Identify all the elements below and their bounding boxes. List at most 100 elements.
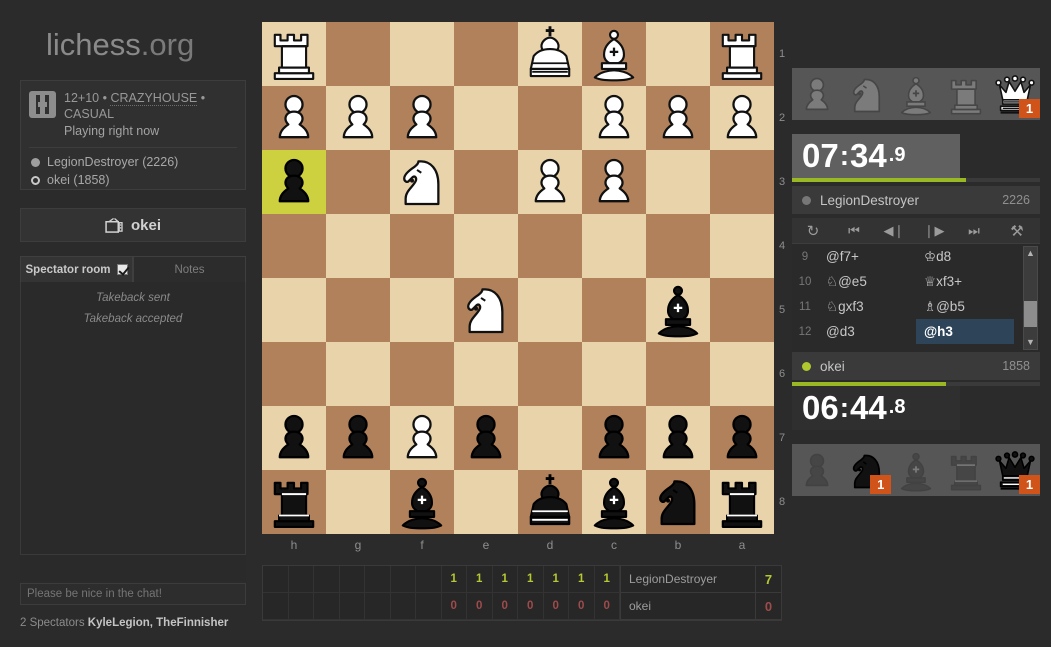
black-player-tag[interactable]: okei 1858 — [792, 352, 1040, 380]
white-pawn-piece[interactable] — [582, 86, 646, 150]
white-pawn-piece[interactable] — [390, 406, 454, 470]
crosstable-player-name[interactable]: LegionDestroyer — [621, 572, 755, 586]
first-move-icon[interactable]: ⏮ — [834, 218, 874, 244]
board-square-a5[interactable] — [710, 278, 774, 342]
black-bishop-piece[interactable] — [390, 470, 454, 534]
board-square-h5[interactable] — [262, 278, 326, 342]
board-square-h4[interactable] — [262, 214, 326, 278]
scroll-up-arrow-icon[interactable]: ▲ — [1024, 247, 1037, 260]
white-pawn-piece[interactable] — [390, 86, 454, 150]
move-white[interactable]: @d3 — [818, 319, 916, 344]
board-square-g3[interactable] — [326, 150, 390, 214]
black-pawn-piece[interactable] — [326, 406, 390, 470]
board-square-e4[interactable] — [454, 214, 518, 278]
next-move-icon[interactable]: ❘▶ — [914, 218, 954, 244]
crosstable-result-cell[interactable]: 0 — [467, 593, 493, 620]
white-king-piece[interactable] — [518, 22, 582, 86]
board-square-b4[interactable] — [646, 214, 710, 278]
pocket-slot-bishop[interactable] — [891, 68, 941, 120]
crosstable-result-cell[interactable]: 1 — [492, 566, 518, 593]
tv-button[interactable]: okei — [20, 208, 246, 242]
crosstable-result-cell[interactable]: 0 — [492, 593, 518, 620]
black-bishop-piece[interactable] — [582, 470, 646, 534]
board-square-g4[interactable] — [326, 214, 390, 278]
crosstable-result-cell[interactable]: 1 — [518, 566, 544, 593]
tab-notes[interactable]: Notes — [133, 256, 246, 282]
pocket-slot-rook[interactable] — [941, 444, 991, 496]
board-square-d7[interactable] — [518, 406, 582, 470]
crosstable-result-cell[interactable]: 1 — [467, 566, 493, 593]
board-square-d6[interactable] — [518, 342, 582, 406]
crosstable-result-cell[interactable]: 0 — [441, 593, 467, 620]
black-pawn-piece[interactable] — [262, 406, 326, 470]
board-square-f6[interactable] — [390, 342, 454, 406]
board-square-f4[interactable] — [390, 214, 454, 278]
pocket-slot-knight[interactable] — [842, 68, 892, 120]
player-entry-white[interactable]: LegionDestroyer (2226) — [31, 153, 237, 171]
board-square-b3[interactable] — [646, 150, 710, 214]
board-square-a3[interactable] — [710, 150, 774, 214]
crosstable-result-cell[interactable]: 1 — [569, 566, 595, 593]
black-rook-piece[interactable] — [710, 470, 774, 534]
board-square-e6[interactable] — [454, 342, 518, 406]
black-pawn-piece[interactable] — [646, 406, 710, 470]
board-square-b1[interactable] — [646, 22, 710, 86]
black-pawn-piece[interactable] — [262, 150, 326, 214]
spectator-room-checkbox[interactable] — [116, 264, 128, 275]
black-pocket[interactable]: 1 1 — [792, 444, 1040, 496]
pocket-slot-knight[interactable]: 1 — [842, 444, 892, 496]
board-square-a4[interactable] — [710, 214, 774, 278]
white-knight-piece[interactable] — [390, 150, 454, 214]
move-black[interactable]: ♕xf3+ — [916, 269, 1014, 294]
move-white[interactable]: ♘gxf3 — [818, 294, 916, 319]
board-square-d4[interactable] — [518, 214, 582, 278]
black-king-piece[interactable] — [518, 470, 582, 534]
pocket-slot-queen[interactable]: 1 — [990, 444, 1040, 496]
white-rook-piece[interactable] — [710, 22, 774, 86]
pocket-slot-pawn[interactable] — [792, 68, 842, 120]
move-black[interactable]: ♔d8 — [916, 244, 1014, 269]
spectator-names[interactable]: KyleLegion, TheFinnisher — [88, 617, 229, 629]
pocket-slot-bishop[interactable] — [891, 444, 941, 496]
black-pawn-piece[interactable] — [454, 406, 518, 470]
crosstable-player-name[interactable]: okei — [621, 599, 755, 613]
board-square-e2[interactable] — [454, 86, 518, 150]
move-white[interactable]: ♘@e5 — [818, 269, 916, 294]
white-knight-piece[interactable] — [454, 278, 518, 342]
previous-move-icon[interactable]: ◀❘ — [874, 218, 914, 244]
white-pawn-piece[interactable] — [326, 86, 390, 150]
player-entry-black[interactable]: okei (1858) — [31, 171, 237, 189]
site-logo[interactable]: lichess.org — [46, 27, 194, 63]
crosstable-result-cell[interactable]: 1 — [543, 566, 569, 593]
black-pawn-piece[interactable] — [710, 406, 774, 470]
white-pawn-piece[interactable] — [262, 86, 326, 150]
board-square-f5[interactable] — [390, 278, 454, 342]
black-bishop-piece[interactable] — [646, 278, 710, 342]
chess-board[interactable] — [262, 22, 774, 534]
chat-input[interactable] — [20, 583, 246, 605]
variant-name[interactable]: CRAZYHOUSE — [110, 91, 198, 106]
scroll-down-arrow-icon[interactable]: ▼ — [1024, 336, 1037, 349]
board-square-g1[interactable] — [326, 22, 390, 86]
white-pawn-piece[interactable] — [582, 150, 646, 214]
crosstable-result-cell[interactable]: 1 — [594, 566, 620, 593]
board-square-g8[interactable] — [326, 470, 390, 534]
board-square-e1[interactable] — [454, 22, 518, 86]
board-square-h6[interactable] — [262, 342, 326, 406]
move-black[interactable]: ♗@b5 — [916, 294, 1014, 319]
white-pawn-piece[interactable] — [518, 150, 582, 214]
board-square-e8[interactable] — [454, 470, 518, 534]
move-black[interactable]: @h3 — [916, 319, 1014, 344]
board-square-g5[interactable] — [326, 278, 390, 342]
board-square-c6[interactable] — [582, 342, 646, 406]
white-bishop-piece[interactable] — [582, 22, 646, 86]
white-player-tag[interactable]: LegionDestroyer 2226 — [792, 186, 1040, 214]
board-square-a6[interactable] — [710, 342, 774, 406]
last-move-icon[interactable]: ⏭ — [954, 218, 994, 244]
analysis-board-icon[interactable]: ⚒ — [994, 218, 1040, 244]
board-square-b6[interactable] — [646, 342, 710, 406]
board-square-f1[interactable] — [390, 22, 454, 86]
tab-spectator-room[interactable]: Spectator room — [20, 256, 133, 282]
board-square-c4[interactable] — [582, 214, 646, 278]
scrollbar-thumb[interactable] — [1024, 301, 1037, 327]
